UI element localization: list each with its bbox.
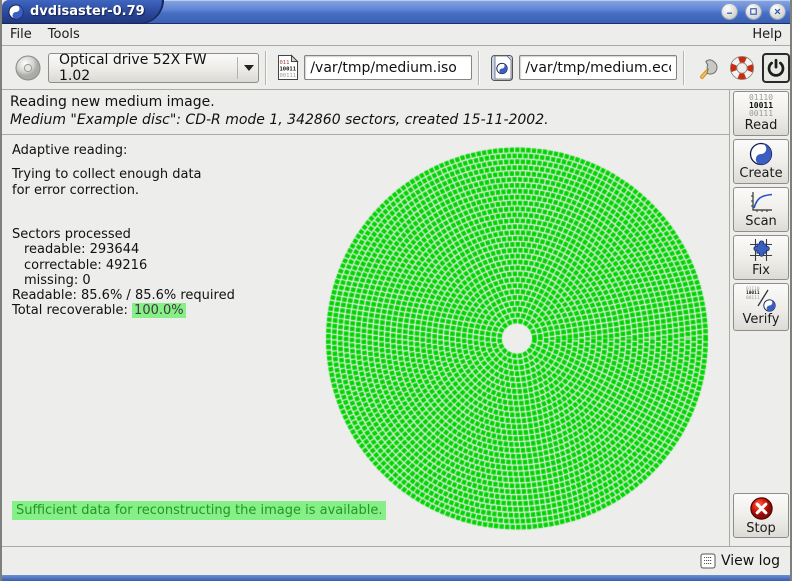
verify-button-label: Verify bbox=[743, 312, 780, 327]
menu-tools[interactable]: Tools bbox=[40, 25, 88, 44]
main-area: Adaptive reading: Trying to collect enou… bbox=[2, 134, 729, 546]
image-file-binary-icon: 011 10011 00111 bbox=[277, 54, 299, 81]
read-button[interactable]: 01110 10011 00111 Read bbox=[733, 91, 789, 136]
maximize-button[interactable] bbox=[745, 3, 762, 20]
optical-drive-icon bbox=[14, 54, 42, 82]
reading-mode-description: Trying to collect enough data for error … bbox=[12, 167, 202, 199]
fix-button-label: Fix bbox=[752, 263, 770, 278]
compare-icon: 01110 10011 00111 bbox=[746, 288, 776, 312]
stop-button[interactable]: Stop bbox=[733, 493, 789, 538]
toolbar: Optical drive 52X FW 1.02 011 10011 0011… bbox=[2, 46, 790, 90]
sectors-heading: Sectors processed bbox=[12, 227, 235, 242]
reading-mode-heading: Adaptive reading: bbox=[12, 143, 202, 159]
readable-percentage: Readable: 85.6% / 85.6% required bbox=[12, 288, 235, 303]
svg-text:10011: 10011 bbox=[280, 67, 297, 73]
verify-button[interactable]: 01110 10011 00111 Verify bbox=[733, 283, 789, 331]
read-button-label: Read bbox=[745, 118, 778, 133]
toolbar-separator bbox=[265, 51, 267, 85]
drive-selector-arrow-box bbox=[237, 57, 254, 79]
window-title: dvdisaster-0.79 bbox=[30, 4, 145, 19]
image-file-input[interactable] bbox=[304, 55, 472, 80]
scan-button-label: Scan bbox=[745, 214, 777, 229]
status-area: Reading new medium image. Medium "Exampl… bbox=[2, 90, 729, 134]
sectors-missing: missing: 0 bbox=[12, 273, 235, 288]
titlebar-tab: dvdisaster-0.79 bbox=[2, 0, 164, 24]
view-log-list-icon[interactable] bbox=[700, 553, 716, 569]
svg-text:00111: 00111 bbox=[280, 73, 297, 79]
menu-help[interactable]: Help bbox=[744, 25, 790, 44]
stop-icon bbox=[749, 496, 774, 521]
action-sidebar: 01110 10011 00111 Read Create Scan bbox=[729, 90, 792, 546]
wrench-icon bbox=[696, 55, 722, 81]
fix-button[interactable]: Fix bbox=[733, 235, 789, 280]
close-button[interactable] bbox=[769, 3, 786, 20]
titlebar: dvdisaster-0.79 bbox=[2, 0, 792, 24]
status-medium-info: Medium "Example disc": CD-R mode 1, 3428… bbox=[10, 112, 729, 128]
create-button-label: Create bbox=[739, 166, 782, 181]
stop-button-label: Stop bbox=[746, 521, 776, 536]
minimize-button[interactable] bbox=[721, 3, 738, 20]
disc-sector-spiral-visualization bbox=[317, 136, 722, 541]
view-log-toggle[interactable]: View log bbox=[721, 553, 780, 569]
recoverable-value-badge: 100.0% bbox=[132, 303, 186, 318]
menu-file[interactable]: File bbox=[2, 25, 40, 44]
quit-button[interactable] bbox=[762, 53, 790, 83]
scan-button[interactable]: Scan bbox=[733, 187, 789, 232]
sectors-readable: readable: 293644 bbox=[12, 242, 235, 257]
drive-selector[interactable]: Optical drive 52X FW 1.02 bbox=[48, 53, 259, 83]
drive-selector-value: Optical drive 52X FW 1.02 bbox=[59, 52, 229, 84]
yinyang-icon bbox=[749, 142, 773, 166]
svg-text:011: 011 bbox=[280, 60, 290, 66]
create-button[interactable]: Create bbox=[733, 139, 789, 184]
lifebelt-icon bbox=[729, 55, 755, 81]
window-frame-bottom bbox=[2, 575, 790, 581]
puzzle-icon bbox=[748, 237, 774, 263]
result-message: Sufficient data for reconstructing the i… bbox=[12, 503, 386, 518]
help-button[interactable] bbox=[727, 53, 755, 83]
total-recoverable: Total recoverable: 100.0% bbox=[12, 303, 235, 318]
graph-curve-icon bbox=[748, 190, 774, 214]
ecc-file-input[interactable] bbox=[519, 55, 677, 80]
bottom-bar: View log bbox=[2, 546, 790, 575]
window-controls bbox=[721, 3, 786, 20]
binary-lines-icon: 01110 10011 00111 bbox=[749, 94, 773, 118]
preferences-button[interactable] bbox=[695, 53, 723, 83]
toolbar-separator bbox=[683, 51, 685, 85]
sectors-correctable: correctable: 49216 bbox=[12, 258, 235, 273]
status-action: Reading new medium image. bbox=[10, 94, 729, 110]
toolbar-separator bbox=[478, 51, 480, 85]
chevron-down-icon bbox=[244, 65, 254, 71]
app-logo-yinyang-icon bbox=[8, 4, 24, 20]
menubar: File Tools Help bbox=[2, 24, 790, 46]
reading-mode-panel: Adaptive reading: Trying to collect enou… bbox=[12, 143, 202, 199]
dvdisaster-window: dvdisaster-0.79 File Tools Help bbox=[0, 0, 792, 581]
power-icon bbox=[765, 57, 787, 79]
sectors-panel: Sectors processed readable: 293644 corre… bbox=[12, 227, 235, 319]
recoverable-label: Total recoverable: bbox=[12, 303, 128, 318]
ecc-file-yinyang-icon bbox=[490, 54, 514, 82]
